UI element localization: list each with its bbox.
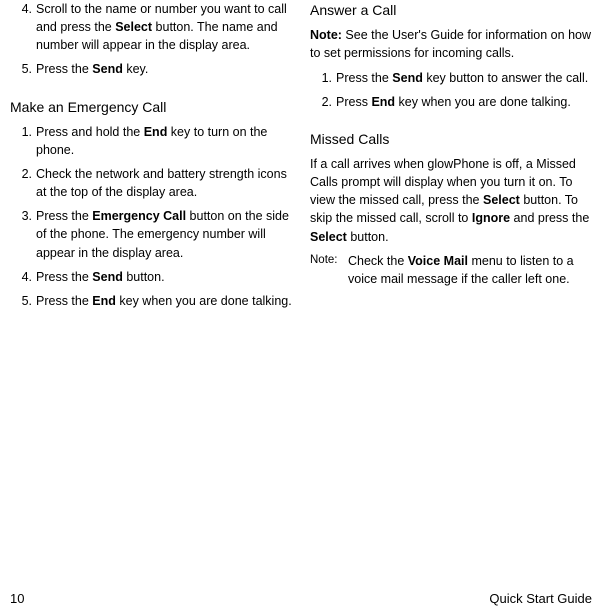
- list-item-text: Press the Emergency Call button on the s…: [36, 207, 292, 261]
- list-item: 5.Press the End key when you are done ta…: [10, 292, 292, 310]
- heading-emergency-call: Make an Emergency Call: [10, 97, 292, 117]
- list-item: 1.Press the Send key button to answer th…: [310, 69, 592, 87]
- content-columns: 4.Scroll to the name or number you want …: [10, 0, 592, 316]
- page-number: 10: [10, 590, 24, 609]
- list-item-text: Press and hold the End key to turn on th…: [36, 123, 292, 159]
- emergency-call-list: 1.Press and hold the End key to turn on …: [10, 123, 292, 310]
- left-column: 4.Scroll to the name or number you want …: [10, 0, 292, 316]
- list-item-text: Press the Send key.: [36, 60, 292, 78]
- continuation-list: 4.Scroll to the name or number you want …: [10, 0, 292, 79]
- list-item: 4.Scroll to the name or number you want …: [10, 0, 292, 54]
- list-item-number: 5.: [18, 60, 36, 78]
- list-item: 4.Press the Send button.: [10, 268, 292, 286]
- answer-call-list: 1.Press the Send key button to answer th…: [310, 69, 592, 111]
- list-item-text: Press End key when you are done talking.: [336, 93, 592, 111]
- list-item-number: 4.: [18, 268, 36, 286]
- list-item-number: 1.: [18, 123, 36, 159]
- list-item-number: 3.: [18, 207, 36, 261]
- list-item-text: Check the network and battery strength i…: [36, 165, 292, 201]
- heading-missed-calls: Missed Calls: [310, 129, 592, 149]
- list-item-number: 1.: [318, 69, 336, 87]
- list-item: 2.Check the network and battery strength…: [10, 165, 292, 201]
- heading-answer-call: Answer a Call: [310, 0, 592, 20]
- list-item-text: Scroll to the name or number you want to…: [36, 0, 292, 54]
- right-column: Answer a Call Note: See the User's Guide…: [310, 0, 592, 316]
- list-item-number: 2.: [18, 165, 36, 201]
- note-label: Note:: [310, 252, 348, 288]
- note-body: Check the Voice Mail menu to listen to a…: [348, 252, 592, 288]
- list-item: 1.Press and hold the End key to turn on …: [10, 123, 292, 159]
- page-footer: 10 Quick Start Guide: [10, 590, 592, 609]
- list-item: 3.Press the Emergency Call button on the…: [10, 207, 292, 261]
- list-item-text: Press the End key when you are done talk…: [36, 292, 292, 310]
- list-item-text: Press the Send key button to answer the …: [336, 69, 592, 87]
- list-item-number: 5.: [18, 292, 36, 310]
- list-item: 5.Press the Send key.: [10, 60, 292, 78]
- list-item-number: 4.: [18, 0, 36, 54]
- missed-calls-paragraph: If a call arrives when glowPhone is off,…: [310, 155, 592, 246]
- list-item-text: Press the Send button.: [36, 268, 292, 286]
- list-item: 2.Press End key when you are done talkin…: [310, 93, 592, 111]
- missed-calls-note: Note: Check the Voice Mail menu to liste…: [310, 252, 592, 288]
- footer-title: Quick Start Guide: [489, 590, 592, 609]
- answer-call-note: Note: See the User's Guide for informati…: [310, 26, 592, 62]
- list-item-number: 2.: [318, 93, 336, 111]
